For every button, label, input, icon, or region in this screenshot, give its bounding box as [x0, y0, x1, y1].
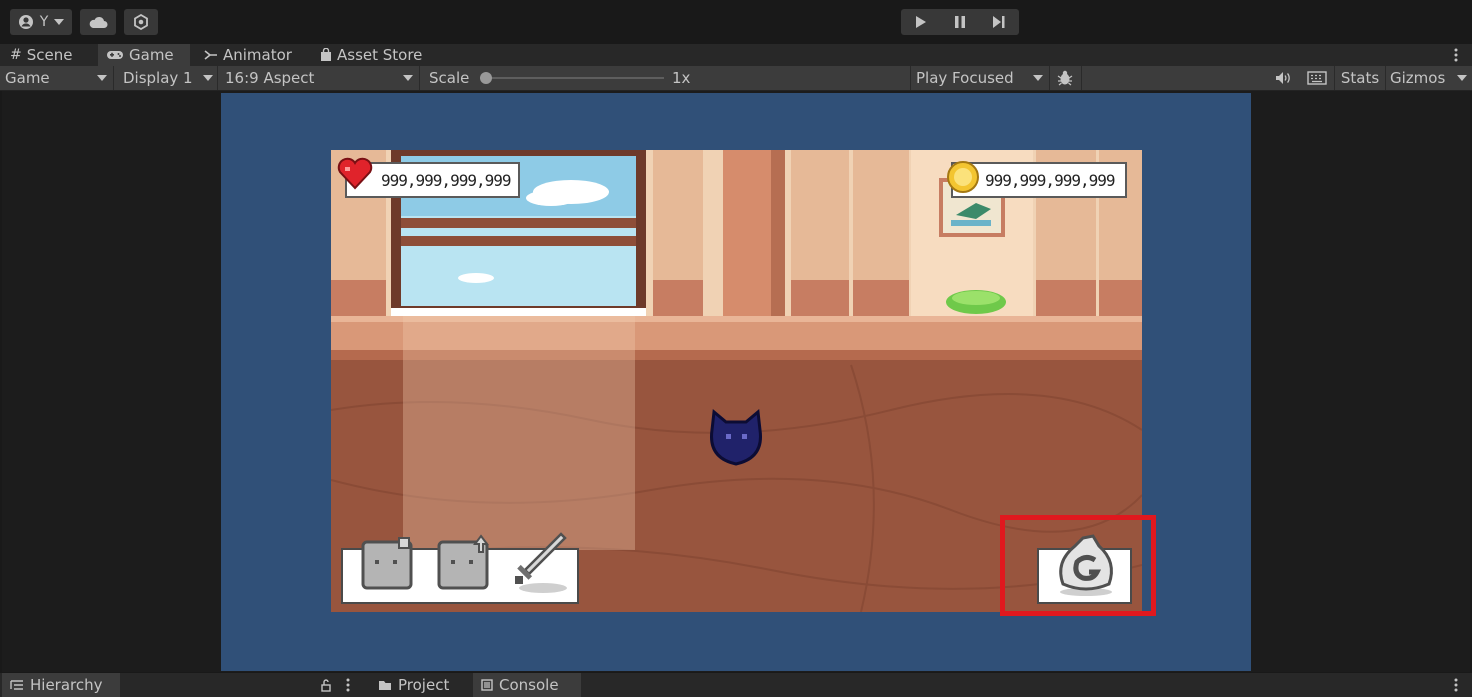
step-button[interactable]: [980, 9, 1019, 35]
tab-hierarchy-label: Hierarchy: [30, 676, 103, 694]
folder-icon: [379, 681, 391, 690]
account-label: Y: [39, 14, 49, 30]
pause-button[interactable]: [940, 9, 979, 35]
animator-icon: [204, 50, 217, 60]
tab-animator-label: Animator: [223, 46, 292, 64]
display-dropdown[interactable]: Display 1: [118, 66, 218, 90]
tab-game[interactable]: Game: [98, 44, 190, 66]
main-toolbar: Y: [0, 0, 1472, 44]
bug-icon[interactable]: [1054, 68, 1076, 88]
step-icon: [993, 16, 1005, 28]
play-controls: [901, 9, 1019, 35]
bag-icon: [321, 48, 331, 61]
more-menu-icon[interactable]: [1452, 46, 1460, 64]
sword-icon[interactable]: [509, 530, 571, 596]
stone-block-icon[interactable]: [359, 536, 417, 596]
tab-project[interactable]: Project: [370, 673, 466, 697]
tab-asset-store-label: Asset Store: [337, 46, 423, 64]
cloud-button[interactable]: [80, 9, 116, 35]
gamepad-icon: [107, 51, 123, 59]
more-menu-icon[interactable]: [1452, 677, 1460, 693]
health-value: 999,999,999,999: [381, 170, 511, 190]
chevron-down-icon: [1457, 75, 1467, 81]
play-button[interactable]: [901, 9, 940, 35]
account-dropdown[interactable]: Y: [10, 9, 72, 35]
audio-icon[interactable]: [1272, 68, 1296, 88]
scale-slider[interactable]: [480, 72, 664, 84]
heart-icon: [337, 157, 373, 190]
scale-value: 1x: [672, 69, 691, 87]
tab-scene-label: Scene: [26, 46, 73, 64]
grid-icon: #: [10, 47, 22, 63]
stone-upgrade-icon[interactable]: [435, 534, 497, 596]
collab-button[interactable]: [124, 9, 158, 35]
play-mode-label: Play Focused: [916, 69, 1014, 87]
stats-button[interactable]: Stats: [1334, 66, 1386, 90]
tab-console[interactable]: Console: [473, 673, 581, 697]
chevron-down-icon: [97, 75, 107, 81]
tab-console-label: Console: [499, 676, 559, 694]
pause-icon: [954, 16, 965, 28]
tab-hierarchy[interactable]: Hierarchy: [2, 673, 120, 697]
chevron-down-icon: [203, 75, 213, 81]
tab-asset-store[interactable]: Asset Store: [312, 44, 442, 66]
aspect-label: 16:9 Aspect: [225, 69, 315, 87]
lock-icon[interactable]: [320, 677, 332, 693]
gold-value: 999,999,999,999: [985, 170, 1115, 190]
gizmos-dropdown[interactable]: Gizmos: [1385, 66, 1472, 90]
play-mode-dropdown[interactable]: Play Focused: [910, 66, 1050, 90]
scale-label: Scale: [429, 69, 470, 87]
keyboard-icon[interactable]: [1304, 68, 1330, 88]
bottom-panel-bar: Hierarchy Project Console: [0, 673, 1472, 697]
coin-icon: [947, 161, 979, 193]
scale-slider-thumb[interactable]: [480, 72, 492, 84]
aspect-dropdown[interactable]: 16:9 Aspect: [220, 66, 420, 90]
tab-game-label: Game: [129, 46, 174, 64]
tab-project-label: Project: [398, 676, 450, 694]
view-mode-label: Game: [5, 69, 50, 87]
gizmos-label: Gizmos: [1390, 69, 1446, 87]
cloud-icon: [89, 16, 108, 28]
view-tab-strip: # Scene Game Animator Asset Store: [0, 44, 1472, 66]
view-mode-dropdown[interactable]: Game: [0, 66, 114, 90]
display-label: Display 1: [123, 69, 193, 87]
collab-icon: [134, 14, 148, 30]
console-icon: [481, 679, 493, 691]
tab-animator[interactable]: Animator: [196, 44, 306, 66]
chevron-down-icon: [403, 75, 413, 81]
chevron-down-icon: [1033, 75, 1043, 81]
cat-character[interactable]: [706, 408, 766, 470]
game-view-toolbar: Game Display 1 16:9 Aspect Scale 1x Play…: [0, 66, 1472, 91]
hierarchy-icon: [10, 680, 23, 690]
account-icon: [18, 15, 33, 29]
highlight-box: [1000, 515, 1156, 616]
more-menu-icon[interactable]: [344, 677, 352, 693]
play-icon: [915, 16, 926, 28]
tab-scene[interactable]: # Scene: [2, 44, 96, 66]
